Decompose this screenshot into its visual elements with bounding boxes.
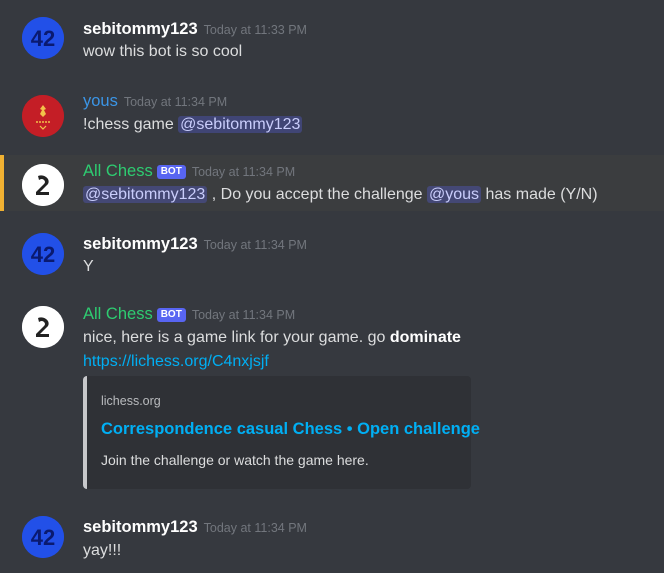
- username[interactable]: All Chess: [83, 305, 153, 323]
- timestamp: Today at 11:34 PM: [191, 165, 296, 179]
- message-header: yous Today at 11:34 PM: [83, 90, 227, 112]
- timestamp: Today at 11:33 PM: [203, 23, 307, 37]
- chess-knight-icon: [22, 306, 64, 348]
- avatar-42-text: 42: [31, 242, 55, 267]
- bot-tag: BOT: [156, 165, 186, 179]
- user-mention[interactable]: @sebitommy123: [83, 186, 208, 203]
- message-text: nice, here is a game link for your game.…: [83, 329, 390, 346]
- digit-42-icon: 42: [22, 516, 64, 558]
- message-4: 42 sebitommy123 Today at 11:34 PM Y: [0, 222, 664, 290]
- message-content: wow this bot is so cool: [83, 43, 243, 60]
- username[interactable]: sebitommy123: [83, 235, 198, 253]
- username[interactable]: sebitommy123: [83, 518, 198, 536]
- user-mention[interactable]: @sebitommy123: [178, 116, 303, 133]
- embed-title[interactable]: Correspondence casual Chess • Open chall…: [101, 420, 480, 439]
- game-link[interactable]: https://lichess.org/C4nxjsjf: [83, 353, 269, 370]
- avatar-42-text: 42: [31, 26, 55, 51]
- digit-42-icon: 42: [22, 17, 64, 59]
- username[interactable]: sebitommy123: [83, 20, 198, 38]
- avatar-all-chess[interactable]: [22, 164, 64, 206]
- embed-description: Join the challenge or watch the game her…: [101, 452, 369, 468]
- timestamp: Today at 11:34 PM: [123, 95, 228, 109]
- message-content: @sebitommy123 , Do you accept the challe…: [83, 184, 598, 206]
- message-header: All Chess BOT Today at 11:34 PM: [83, 303, 295, 325]
- embed-provider[interactable]: lichess.org: [101, 394, 161, 408]
- avatar-42-text: 42: [31, 525, 55, 550]
- timestamp: Today at 11:34 PM: [191, 308, 296, 322]
- user-mention[interactable]: @yous: [427, 186, 482, 203]
- timestamp: Today at 11:34 PM: [203, 521, 307, 535]
- message-6: 42 sebitommy123 Today at 11:34 PM yay!!!: [0, 505, 664, 573]
- message-content: yay!!!: [83, 542, 122, 559]
- message-bold-text: dominate: [389, 329, 461, 346]
- message-2: yous Today at 11:34 PM !chess game @sebit…: [0, 80, 664, 150]
- avatar-yous[interactable]: [22, 95, 64, 137]
- message-content: nice, here is a game link for your game.…: [83, 327, 461, 349]
- avatar-sebitommy123[interactable]: 42: [22, 233, 64, 275]
- liverpool-crest-icon: [22, 95, 64, 137]
- avatar-all-chess[interactable]: [22, 306, 64, 348]
- link-embed: lichess.org Correspondence casual Chess …: [83, 376, 480, 489]
- chess-knight-icon: [22, 164, 64, 206]
- username[interactable]: yous: [83, 92, 118, 110]
- message-content: Y: [83, 258, 94, 275]
- message-content: !chess game @sebitommy123: [83, 114, 303, 136]
- message-text: has made (Y/N): [481, 186, 598, 203]
- message-header: sebitommy123 Today at 11:33 PM: [83, 18, 307, 40]
- message-text: , Do you accept the challenge: [207, 186, 427, 203]
- digit-42-icon: 42: [22, 233, 64, 275]
- message-link-line: https://lichess.org/C4nxjsjf: [83, 351, 269, 373]
- avatar-sebitommy123[interactable]: 42: [22, 17, 64, 59]
- message-3: All Chess BOT Today at 11:34 PM @sebitommy…: [0, 155, 664, 211]
- message-header: sebitommy123 Today at 11:34 PM: [83, 233, 307, 255]
- bot-tag: BOT: [156, 308, 186, 322]
- message-header: All Chess BOT Today at 11:34 PM: [83, 160, 295, 182]
- message-1: 42 sebitommy123 Today at 11:33 PM wow thi…: [0, 0, 664, 72]
- timestamp: Today at 11:34 PM: [203, 238, 307, 252]
- avatar-sebitommy123[interactable]: 42: [22, 516, 64, 558]
- message-text: !chess game: [83, 116, 179, 133]
- message-header: sebitommy123 Today at 11:34 PM: [83, 516, 307, 538]
- username[interactable]: All Chess: [83, 162, 153, 180]
